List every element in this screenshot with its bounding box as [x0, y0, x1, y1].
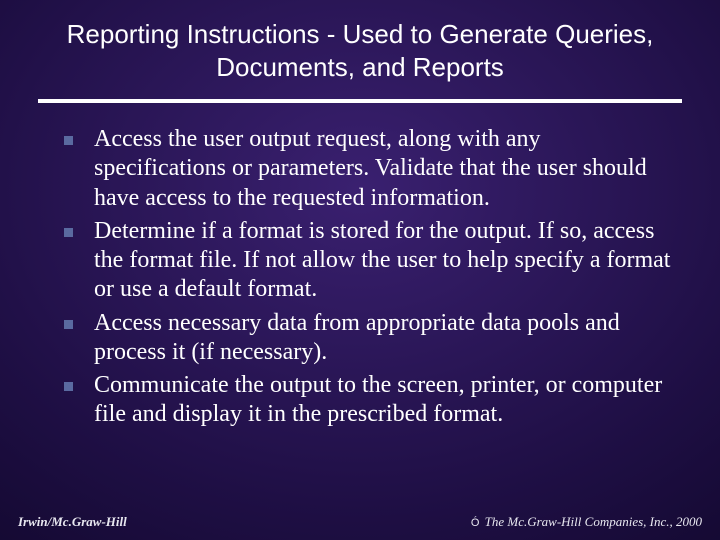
page-title: Reporting Instructions - Used to Generat…: [60, 18, 660, 83]
content-area: Access the user output request, along wi…: [0, 103, 720, 430]
footer: Irwin/Mc.Graw-Hill Ó The Mc.Graw-Hill Co…: [0, 514, 720, 530]
list-item: Determine if a format is stored for the …: [60, 217, 676, 305]
title-area: Reporting Instructions - Used to Generat…: [0, 0, 720, 93]
footer-right-text: The Mc.Graw-Hill Companies, Inc., 2000: [481, 514, 702, 529]
copyright-symbol: Ó: [471, 517, 480, 529]
footer-right: Ó The Mc.Graw-Hill Companies, Inc., 2000: [471, 514, 702, 530]
list-item: Communicate the output to the screen, pr…: [60, 371, 676, 430]
list-item: Access the user output request, along wi…: [60, 125, 676, 213]
list-item: Access necessary data from appropriate d…: [60, 309, 676, 368]
footer-left: Irwin/Mc.Graw-Hill: [18, 514, 127, 530]
bullet-list: Access the user output request, along wi…: [60, 125, 676, 430]
